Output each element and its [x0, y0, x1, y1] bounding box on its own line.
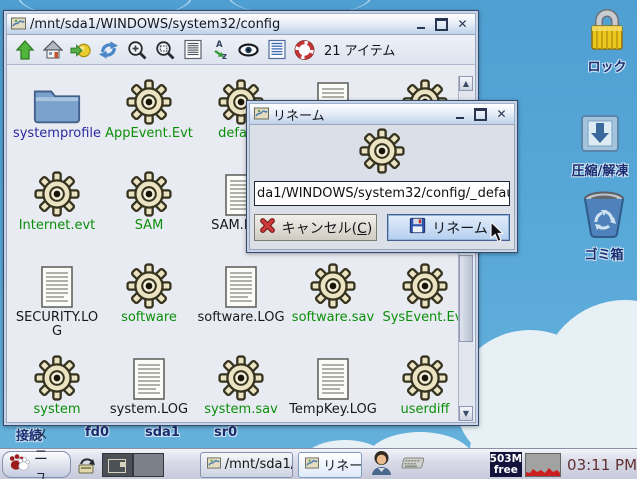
close-button[interactable]: ✕ — [493, 107, 510, 122]
minimize-button[interactable] — [412, 17, 429, 32]
rename-dialog: リネーム ✕ — [246, 100, 518, 253]
dialog-title: リネーム — [273, 105, 447, 124]
item-count: 21 アイテム — [324, 40, 395, 59]
rename-input[interactable]: da1/WINDOWS/system32/config/_defaul — [254, 181, 510, 206]
folder-icon — [31, 83, 83, 125]
cancel-button[interactable]: キャンセル(C) — [254, 214, 377, 241]
window-icon — [305, 457, 319, 473]
trash-icon — [580, 188, 628, 244]
window-icon — [207, 457, 221, 473]
gear-icon — [310, 263, 356, 309]
window-title: /mnt/sda1/WINDOWS/system32/config — [30, 17, 408, 32]
up-icon[interactable] — [14, 39, 35, 60]
file-manager-titlebar[interactable]: /mnt/sda1/WINDOWS/system32/config ✕ — [6, 13, 476, 35]
task-label: /mnt/sda1/WIN — [225, 457, 294, 472]
taskbar-task-filemanager[interactable]: /mnt/sda1/WIN — [200, 452, 294, 478]
gear-icon — [126, 171, 172, 217]
maximize-button[interactable] — [472, 107, 489, 122]
window-icon — [254, 105, 269, 124]
document-icon — [39, 265, 75, 309]
document-icon — [223, 265, 259, 309]
paw-icon — [9, 453, 30, 476]
cancel-label: キャンセル(C) — [282, 218, 373, 238]
task-label: リネーム — [323, 455, 361, 474]
document-icon — [315, 357, 351, 401]
desktop-icon-label: ロック — [587, 56, 626, 75]
gear-icon — [34, 171, 80, 217]
desktop-icon-lock[interactable]: ロック — [575, 6, 637, 75]
scrollbar-thumb[interactable] — [459, 255, 473, 341]
rename-input-text-before: da1/WINDOWS/system32/config/_ — [257, 186, 477, 201]
keyboard-icon[interactable] — [398, 454, 424, 475]
scroll-up-icon[interactable]: ▲ — [459, 76, 473, 91]
svg-text:A: A — [216, 40, 223, 50]
dialog-buttons: キャンセル(C) リネーム — [254, 214, 510, 241]
pager-cell-active[interactable] — [102, 453, 133, 477]
details-icon[interactable] — [182, 39, 203, 60]
desktop-icon-label: ゴミ箱 — [584, 244, 623, 263]
pager-cell[interactable] — [133, 453, 164, 477]
file-item-systemprofile[interactable]: systemprofile — [11, 76, 103, 168]
window-icon — [11, 15, 26, 34]
menu-label: メニュー — [34, 425, 60, 479]
help-icon[interactable] — [294, 39, 315, 60]
compress-icon — [577, 110, 623, 160]
zoom-in-icon[interactable] — [126, 39, 147, 60]
desktop-icon-trash[interactable]: ゴミ箱 — [572, 188, 636, 263]
file-item-TempKey.LOG[interactable]: TempKey.LOG — [287, 352, 379, 430]
taskbar: メニュー /mnt/sda1/WIN リネーム — [0, 449, 637, 479]
document-icon — [131, 357, 167, 401]
file-item-software.LOG[interactable]: software.LOG — [195, 260, 287, 352]
desktop-draw-icon[interactable] — [77, 455, 97, 475]
gear-icon — [218, 355, 264, 401]
gear-icon — [402, 355, 448, 401]
close-button[interactable]: ✕ — [454, 17, 471, 32]
workspace-pager[interactable] — [102, 453, 164, 477]
desktop-icon-label: 圧縮/解凍 — [572, 160, 629, 179]
floppy-save-icon — [409, 217, 426, 238]
file-item-AppEvent.Evt[interactable]: AppEvent.Evt — [103, 76, 195, 168]
file-item-system.LOG[interactable]: system.LOG — [103, 352, 195, 430]
file-item-software[interactable]: software — [103, 260, 195, 352]
scroll-down-icon[interactable]: ▼ — [459, 406, 473, 421]
gear-icon — [126, 79, 172, 125]
zoom-fit-icon[interactable] — [154, 39, 175, 60]
cpu-graph[interactable] — [525, 453, 561, 477]
menu-button[interactable]: メニュー — [2, 451, 71, 478]
system-tray — [370, 450, 424, 479]
show-hidden-eye-icon[interactable] — [238, 39, 259, 60]
pager-window-rect — [108, 459, 126, 473]
lock-icon — [585, 6, 629, 56]
file-item-software.sav[interactable]: software.sav — [287, 260, 379, 352]
user-avatar-icon[interactable] — [370, 450, 393, 479]
mouse-cursor — [490, 221, 506, 247]
file-item-Internet.evt[interactable]: Internet.evt — [11, 168, 103, 260]
free-space-badge[interactable]: 503M free — [490, 452, 522, 477]
rename-dialog-titlebar[interactable]: リネーム ✕ — [249, 103, 515, 125]
desktop-icon-compress[interactable]: 圧縮/解凍 — [568, 110, 632, 179]
file-item-SAM[interactable]: SAM — [103, 168, 195, 260]
file-item-system[interactable]: system — [11, 352, 103, 430]
maximize-button[interactable] — [433, 17, 450, 32]
gear-icon — [250, 128, 514, 174]
file-item-system.sav[interactable]: system.sav — [195, 352, 287, 430]
taskbar-clock[interactable]: 03:11 PM — [567, 456, 637, 474]
gear-icon — [126, 263, 172, 309]
gear-icon — [34, 355, 80, 401]
cancel-x-icon — [259, 217, 276, 238]
rename-dialog-body: da1/WINDOWS/system32/config/_defaul キャンセ… — [249, 124, 515, 250]
rename-input-text-after: defaul — [478, 186, 510, 201]
desktop: ロック 圧縮/解凍 — [0, 0, 637, 479]
toolbar: Az 21 アイテム — [7, 35, 475, 65]
list-icon[interactable] — [266, 39, 287, 60]
gear-icon — [402, 263, 448, 309]
taskbar-task-rename[interactable]: リネーム — [298, 452, 361, 478]
sort-az-icon[interactable]: Az — [210, 39, 231, 60]
home-icon[interactable] — [42, 39, 63, 60]
goto-icon[interactable] — [70, 39, 91, 60]
rename-label: リネーム — [432, 218, 488, 238]
refresh-icon[interactable] — [98, 39, 119, 60]
file-item-SECURITY.LOG[interactable]: SECURITY.LOG — [11, 260, 103, 352]
minimize-button[interactable] — [451, 107, 468, 122]
